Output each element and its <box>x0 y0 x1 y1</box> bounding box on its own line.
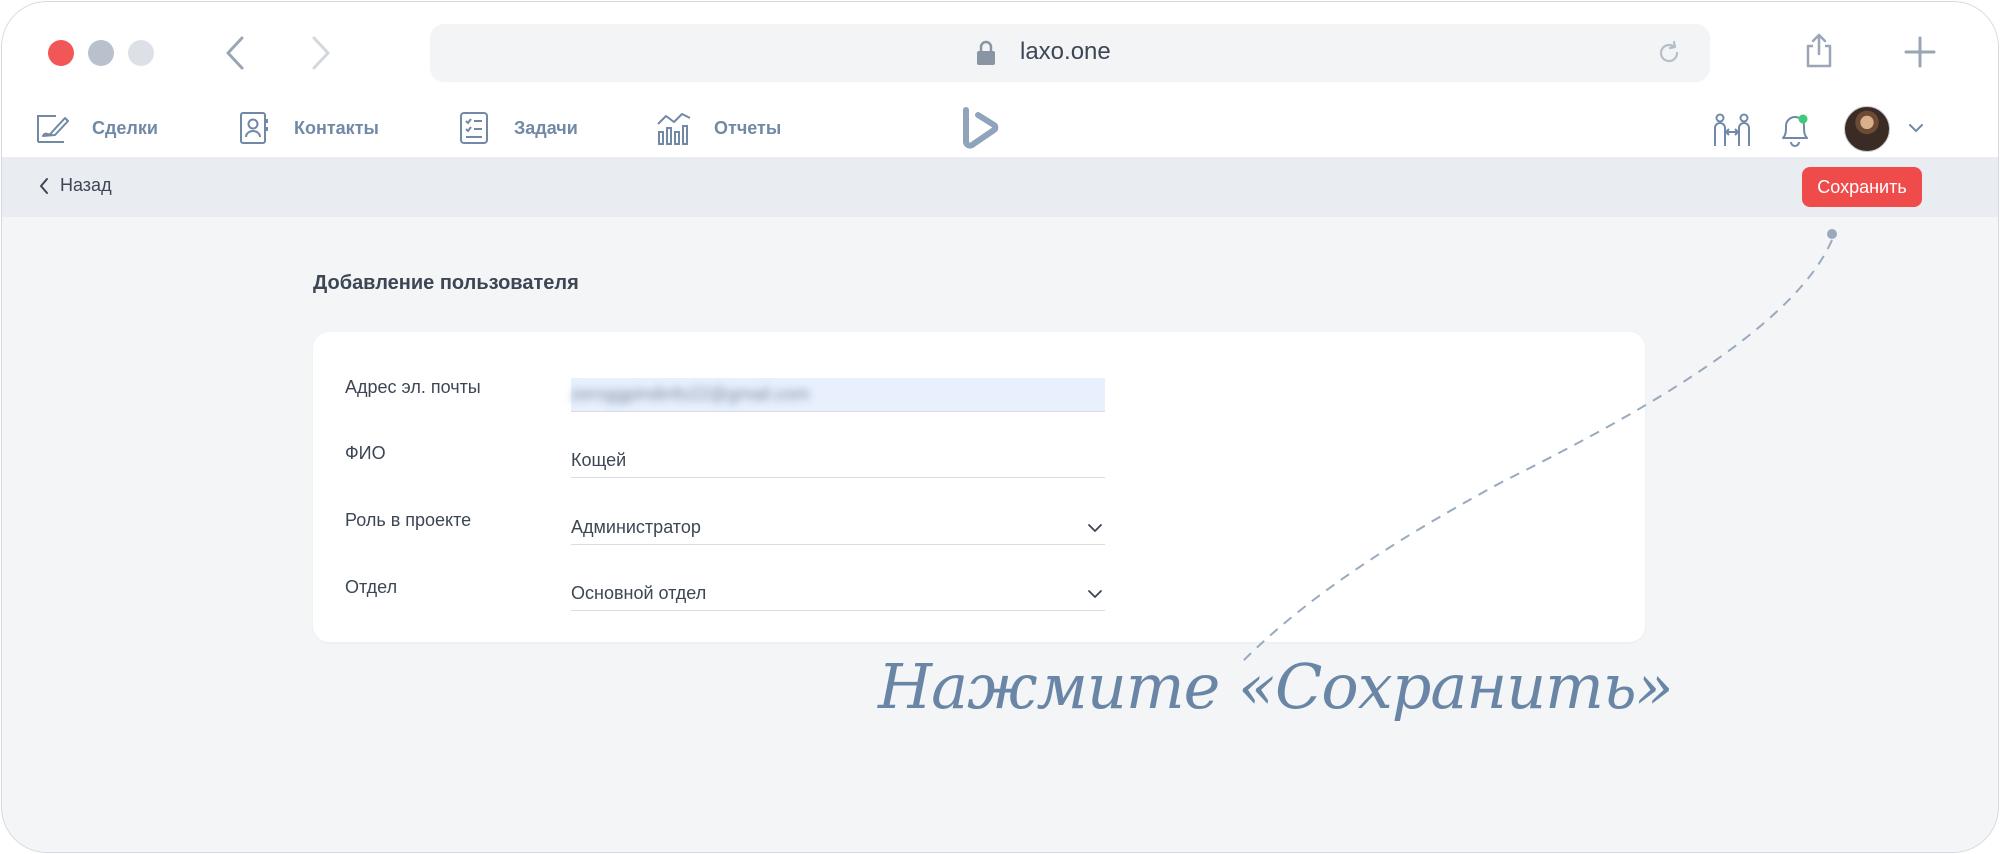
back-link[interactable]: Назад <box>38 175 112 196</box>
contacts-icon <box>240 112 268 144</box>
close-window-button[interactable] <box>48 40 74 66</box>
app-navigation: Сделки Контакты Задачи Отчеты <box>2 102 1998 157</box>
nav-label-deals: Сделки <box>92 117 158 138</box>
app-logo-icon[interactable] <box>958 106 1002 150</box>
back-label: Назад <box>60 175 112 195</box>
team-icon[interactable] <box>1712 112 1752 148</box>
chevron-down-icon <box>1088 523 1102 532</box>
nav-item-tasks[interactable]: Задачи <box>456 108 578 148</box>
chevron-down-icon[interactable] <box>1908 122 1924 134</box>
tasks-icon <box>460 112 488 144</box>
action-bar: Назад Сохранить <box>2 157 1998 217</box>
nav-label-tasks: Задачи <box>514 117 578 138</box>
chevron-down-icon <box>1088 589 1102 598</box>
reload-icon[interactable] <box>1656 40 1682 66</box>
bell-icon[interactable] <box>1778 110 1812 148</box>
role-label: Роль в проекте <box>345 510 472 530</box>
department-value: Основной отдел <box>571 583 707 603</box>
url-text: laxo.one <box>1020 38 1111 65</box>
nav-label-reports: Отчеты <box>714 117 782 138</box>
nav-label-contacts: Контакты <box>294 117 379 138</box>
chevron-left-icon[interactable] <box>218 34 252 72</box>
lock-icon <box>977 40 995 65</box>
annotation-hint: Нажмите «Сохранить» <box>878 650 1674 723</box>
address-bar[interactable]: laxo.one <box>430 24 1710 82</box>
department-label: Отдел <box>345 577 398 597</box>
department-select[interactable]: Основной отдел <box>571 577 1105 611</box>
chevron-right-icon[interactable] <box>304 34 338 72</box>
chevron-left-icon <box>40 177 48 194</box>
browser-toolbar: laxo.one <box>2 2 1998 102</box>
reports-icon <box>657 113 691 145</box>
nav-item-deals[interactable]: Сделки <box>34 108 158 148</box>
nav-item-reports[interactable]: Отчеты <box>656 108 781 148</box>
avatar[interactable] <box>1844 106 1890 152</box>
share-icon[interactable] <box>1804 32 1834 68</box>
maximize-window-button[interactable] <box>128 40 154 66</box>
email-value: zeroggpindinfo22@gmail.com <box>571 384 810 404</box>
role-select[interactable]: Администратор <box>571 511 1105 545</box>
email-label: Адрес эл. почты <box>345 377 481 397</box>
email-field[interactable]: zeroggpindinfo22@gmail.com <box>571 378 1105 412</box>
name-label: ФИО <box>345 443 386 463</box>
minimize-window-button[interactable] <box>88 40 114 66</box>
role-value: Администратор <box>571 517 701 537</box>
nav-item-contacts[interactable]: Контакты <box>236 108 379 148</box>
user-form-card: Адрес эл. почты zeroggpindinfo22@gmail.c… <box>313 332 1645 642</box>
browser-window: laxo.one Сделки Контакты Задачи Отчеты Н… <box>1 1 1999 853</box>
save-button[interactable]: Сохранить <box>1802 167 1922 207</box>
page-title: Добавление пользователя <box>313 272 579 294</box>
plus-icon[interactable] <box>1904 36 1936 68</box>
name-input[interactable] <box>571 444 1105 477</box>
deals-icon <box>37 115 69 143</box>
name-field[interactable] <box>571 444 1105 478</box>
